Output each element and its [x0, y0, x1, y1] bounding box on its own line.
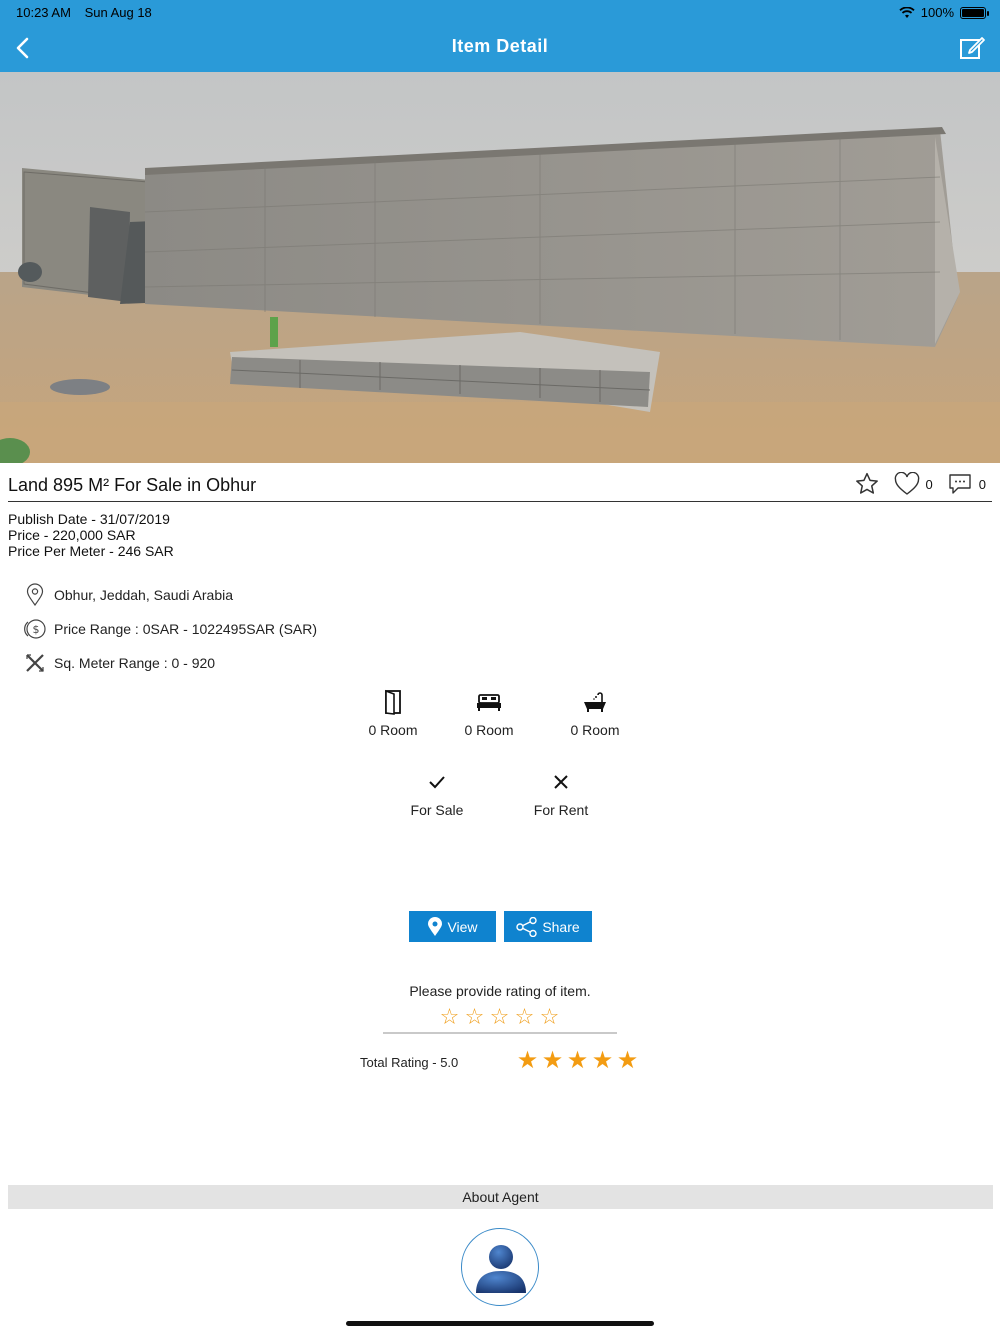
- availability: For Sale For Rent: [0, 766, 1000, 826]
- ruler-pencil-icon: [26, 654, 44, 672]
- price: Price - 220,000 SAR: [8, 527, 136, 543]
- total-star-1-icon: ★: [516, 1047, 539, 1074]
- status-time: 10:23 AM: [16, 5, 71, 20]
- status-date: Sun Aug 18: [84, 5, 152, 20]
- total-star-2-icon: ★: [541, 1047, 564, 1074]
- status-bar: 10:23 AM Sun Aug 18 100%: [0, 0, 1000, 24]
- total-star-3-icon: ★: [566, 1047, 589, 1074]
- heart-outline-icon: [894, 472, 919, 495]
- comment-icon: [949, 474, 971, 494]
- location-row: Obhur, Jeddah, Saudi Arabia: [22, 578, 522, 612]
- comments-count: 0: [978, 476, 986, 492]
- location-text: Obhur, Jeddah, Saudi Arabia: [54, 587, 234, 603]
- bathtub-icon: [584, 692, 606, 712]
- view-map-button[interactable]: View: [409, 911, 496, 942]
- about-agent-header: About Agent: [8, 1185, 993, 1209]
- close-icon: [554, 775, 568, 789]
- action-buttons: View Share: [409, 911, 592, 942]
- navigation-bar: Item Detail: [0, 24, 1000, 72]
- coins-icon: $: [24, 619, 46, 639]
- rate-star-4-icon[interactable]: ☆: [513, 1004, 536, 1030]
- rate-star-1-icon[interactable]: ☆: [438, 1004, 461, 1030]
- total-rating-stars: ★ ★ ★ ★ ★: [516, 1046, 639, 1075]
- total-star-5-icon: ★: [616, 1047, 639, 1074]
- for-sale-label: For Sale: [410, 802, 464, 818]
- map-pin-icon: [428, 916, 443, 936]
- share-button[interactable]: Share: [504, 911, 592, 942]
- rate-star-2-icon[interactable]: ☆: [463, 1004, 486, 1030]
- share-icon: [516, 916, 538, 937]
- door-icon: [385, 689, 401, 715]
- for-sale-indicator: For Sale: [406, 766, 468, 818]
- feature-bathrooms: 0 Room: [568, 686, 622, 738]
- edit-icon[interactable]: [958, 34, 986, 62]
- item-meta: Publish Date - 31/07/2019 Price - 220,00…: [8, 511, 174, 559]
- total-rating-label: Total Rating - 5.0: [360, 1055, 459, 1070]
- favorites-count: 0: [925, 476, 933, 492]
- property-photo: [0, 72, 1000, 463]
- view-button-label: View: [447, 918, 478, 935]
- rating-prompt: Please provide rating of item.: [409, 983, 591, 999]
- item-title: Land 895 M² For Sale in Obhur: [8, 475, 257, 495]
- star-outline-icon: [855, 472, 878, 494]
- item-title-row: Land 895 M² For Sale in Obhur 0 0: [0, 463, 1000, 503]
- publish-date: Publish Date - 31/07/2019: [8, 511, 170, 527]
- bed-icon: [477, 694, 501, 711]
- rate-star-5-icon[interactable]: ☆: [538, 1004, 561, 1030]
- user-avatar-icon: [476, 1245, 526, 1293]
- room-features: 0 Room 0 Room 0 Room: [0, 686, 1000, 746]
- sq-meter-row: Sq. Meter Range : 0 - 920: [22, 646, 522, 680]
- page-title: Item Detail: [451, 36, 549, 56]
- feature-doors: 0 Room: [366, 686, 420, 738]
- agent-avatar[interactable]: [461, 1228, 539, 1306]
- price-per-meter: Price Per Meter - 246 SAR: [8, 543, 174, 559]
- info-list: Obhur, Jeddah, Saudi Arabia $ Price Rang…: [22, 578, 522, 680]
- feature-bedrooms: 0 Room: [462, 686, 516, 738]
- price-range-row: $ Price Range : 0SAR - 1022495SAR (SAR): [22, 612, 522, 646]
- item-actions: 0 0: [840, 471, 986, 497]
- svg-text:$: $: [33, 623, 40, 636]
- check-icon: [429, 776, 445, 789]
- bookmark-button[interactable]: [854, 471, 880, 497]
- sq-meter-text: Sq. Meter Range : 0 - 920: [54, 655, 216, 671]
- comments-button[interactable]: 0: [947, 472, 986, 496]
- home-indicator: [346, 1321, 654, 1326]
- location-pin-icon: [26, 583, 44, 607]
- doors-count: 0 Room: [368, 722, 418, 738]
- bathrooms-count: 0 Room: [570, 722, 620, 738]
- for-rent-indicator: For Rent: [530, 766, 592, 818]
- battery-percent: 100%: [920, 5, 954, 20]
- rating-divider: [383, 1032, 617, 1034]
- rate-star-3-icon[interactable]: ☆: [488, 1004, 511, 1030]
- total-star-4-icon: ★: [591, 1047, 614, 1074]
- share-button-label: Share: [542, 918, 580, 935]
- bedrooms-count: 0 Room: [464, 722, 514, 738]
- title-divider: [8, 501, 992, 502]
- user-rating-stars: ☆ ☆ ☆ ☆ ☆: [438, 1004, 561, 1030]
- price-range-text: Price Range : 0SAR - 1022495SAR (SAR): [54, 621, 318, 637]
- favorite-button[interactable]: 0: [894, 472, 933, 496]
- battery-icon: [960, 6, 989, 19]
- wifi-icon: [899, 6, 915, 18]
- for-rent-label: For Rent: [533, 802, 589, 818]
